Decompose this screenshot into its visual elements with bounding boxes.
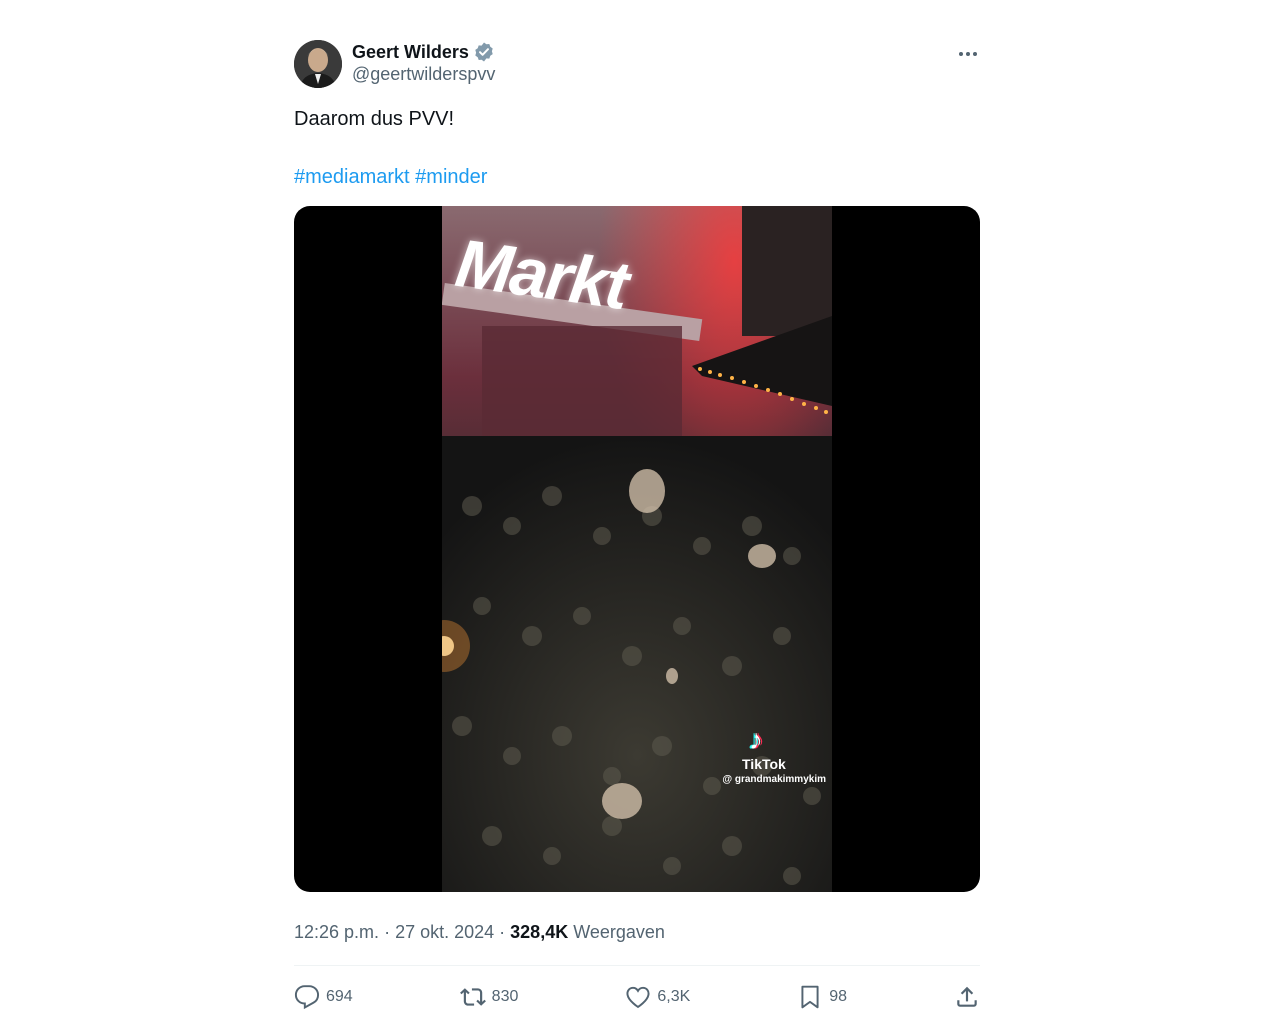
meta-separator: · bbox=[499, 922, 506, 942]
meta-separator: · bbox=[384, 922, 391, 942]
author-handle[interactable]: @geertwilderspvv bbox=[352, 64, 495, 85]
verified-badge-icon bbox=[475, 42, 493, 62]
tweet-video[interactable]: Markt ♪ TikTok @ grandmakimmykim bbox=[294, 206, 980, 892]
like-button[interactable]: 6,3K bbox=[625, 984, 690, 1010]
more-icon[interactable] bbox=[956, 42, 980, 66]
tweet-header: Geert Wilders @geertwilderspvv bbox=[294, 40, 980, 90]
tweet-hashtags: #mediamarkt #minder bbox=[294, 164, 980, 190]
tiktok-watermark: ♪ TikTok @ grandmakimmykim bbox=[686, 724, 826, 786]
video-still bbox=[442, 206, 832, 892]
reply-count: 694 bbox=[326, 988, 353, 1005]
tweet-date[interactable]: 27 okt. 2024 bbox=[395, 922, 494, 943]
bookmark-button[interactable]: 98 bbox=[797, 984, 847, 1010]
action-bar: 694 830 6,3K 98 bbox=[294, 982, 980, 1012]
views-label: Weergaven bbox=[573, 922, 665, 942]
hashtag-link[interactable]: #mediamarkt bbox=[294, 166, 410, 188]
bookmark-icon bbox=[801, 985, 819, 1009]
like-count: 6,3K bbox=[657, 988, 691, 1005]
share-button[interactable] bbox=[954, 984, 980, 1010]
reply-icon bbox=[294, 985, 320, 1010]
reply-button[interactable]: 694 bbox=[294, 984, 353, 1010]
tiktok-logo-icon: ♪ bbox=[749, 724, 763, 755]
repost-count: 830 bbox=[491, 988, 519, 1005]
tiktok-user: @ grandmakimmykim bbox=[722, 774, 826, 785]
video-frame[interactable]: Markt ♪ TikTok @ grandmakimmykim bbox=[442, 206, 832, 892]
tweet-meta: 12:26 p.m. · 27 okt. 2024 · 328,4K Weerg… bbox=[294, 922, 980, 943]
tiktok-brand: TikTok bbox=[742, 756, 786, 772]
repost-icon bbox=[459, 988, 486, 1006]
divider bbox=[294, 965, 980, 966]
tweet: Geert Wilders @geertwilderspvv Daarom du… bbox=[294, 40, 980, 1012]
author-name[interactable]: Geert Wilders bbox=[352, 42, 469, 63]
author-name-row: Geert Wilders bbox=[352, 40, 495, 64]
tweet-time[interactable]: 12:26 p.m. bbox=[294, 922, 379, 943]
tweet-text: Daarom dus PVV! bbox=[294, 108, 455, 130]
views-count: 328,4K bbox=[510, 922, 569, 942]
hashtag-link[interactable]: #minder bbox=[415, 166, 487, 188]
avatar[interactable] bbox=[294, 40, 342, 88]
share-icon bbox=[957, 986, 977, 1007]
like-icon bbox=[626, 986, 650, 1009]
repost-button[interactable]: 830 bbox=[459, 984, 519, 1010]
bookmark-count: 98 bbox=[829, 988, 848, 1005]
